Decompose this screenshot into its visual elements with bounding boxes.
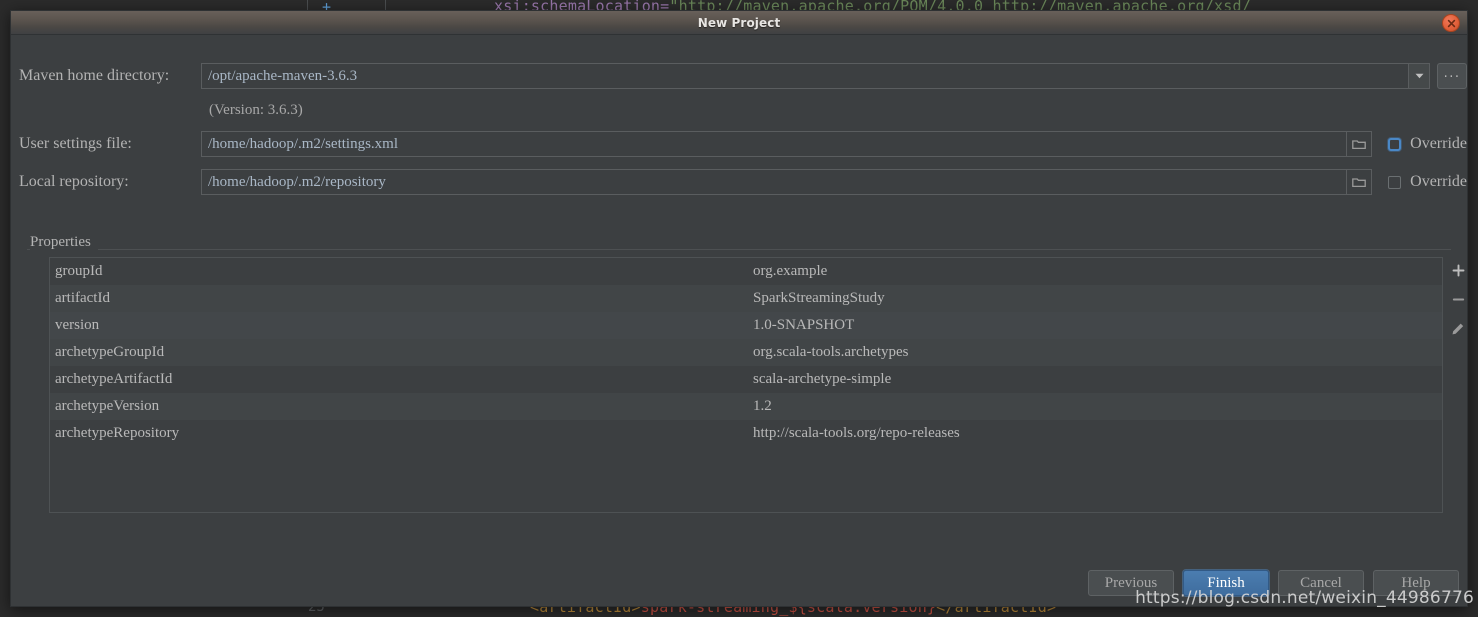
user-settings-input[interactable]: /home/hadoop/.m2/settings.xml (201, 131, 1347, 157)
minus-icon[interactable] (1446, 290, 1470, 309)
watermark-text: https://blog.csdn.net/weixin_44986776 (1135, 588, 1474, 608)
property-key: archetypeGroupId (55, 344, 165, 360)
maven-home-label: Maven home directory: (19, 67, 170, 84)
maven-version-note: (Version: 3.6.3) (209, 101, 303, 118)
properties-table[interactable]: groupId org.example artifactId SparkStreami… (49, 257, 1443, 513)
property-value: SparkStreamingStudy (753, 290, 885, 306)
property-value: scala-archetype-simple (753, 371, 892, 387)
table-row[interactable]: archetypeArtifactId scala-archetype-simpl… (50, 366, 1442, 393)
property-value: org.example (753, 263, 828, 279)
dialog-title: New Project (697, 15, 781, 30)
dialog-body: Maven home directory: /opt/apache-maven-… (11, 35, 1467, 606)
table-row[interactable]: groupId org.example (50, 258, 1442, 285)
properties-toolbar (1443, 257, 1473, 513)
user-settings-label: User settings file: (19, 135, 132, 152)
table-row[interactable]: archetypeRepository http://scala-tools.or… (50, 420, 1442, 447)
maven-home-input[interactable]: /opt/apache-maven-3.6.3 (201, 63, 1410, 89)
property-key: archetypeVersion (55, 398, 160, 414)
new-project-dialog: New Project Maven home directory: /opt/a… (10, 10, 1468, 607)
folder-icon[interactable] (1346, 131, 1373, 157)
pencil-icon[interactable] (1446, 319, 1470, 338)
table-row[interactable]: archetypeVersion 1.2 (50, 393, 1442, 420)
property-value: http://scala-tools.org/repo-releases (753, 425, 960, 441)
user-settings-override-label: Override (1410, 135, 1467, 152)
properties-legend: Properties (30, 234, 98, 251)
property-value: org.scala-tools.archetypes (753, 344, 909, 360)
local-repository-input[interactable]: /home/hadoop/.m2/repository (201, 169, 1347, 195)
properties-separator (27, 249, 1451, 250)
local-repository-label: Local repository: (19, 173, 129, 190)
chevron-down-icon[interactable] (1409, 63, 1431, 89)
local-repository-override-toggle[interactable]: Override (1388, 173, 1467, 191)
property-key: version (55, 317, 100, 333)
user-settings-override-checkbox[interactable] (1388, 137, 1402, 151)
property-key: archetypeRepository (55, 425, 180, 441)
screen: + xsi:schemaLocation="http://maven.apach… (0, 0, 1478, 617)
property-value: 1.2 (753, 398, 772, 414)
close-icon[interactable] (1442, 14, 1460, 32)
table-row[interactable]: archetypeGroupId org.scala-tools.archetyp… (50, 339, 1442, 366)
property-value: 1.0-SNAPSHOT (753, 317, 855, 333)
table-row[interactable]: version 1.0-SNAPSHOT (50, 312, 1442, 339)
property-key: artifactId (55, 290, 110, 306)
local-repository-override-checkbox[interactable] (1388, 175, 1402, 189)
plus-icon[interactable] (1446, 261, 1470, 280)
folder-icon[interactable] (1346, 169, 1373, 195)
property-key: archetypeArtifactId (55, 371, 173, 387)
user-settings-override-toggle[interactable]: Override (1388, 135, 1467, 153)
dialog-titlebar[interactable]: New Project (11, 11, 1467, 35)
table-row[interactable]: artifactId SparkStreamingStudy (50, 285, 1442, 312)
user-settings-row: User settings file: /home/hadoop/.m2/set… (11, 131, 1467, 157)
maven-home-row: Maven home directory: /opt/apache-maven-… (11, 63, 1467, 89)
local-repository-override-label: Override (1410, 173, 1467, 190)
local-repository-row: Local repository: /home/hadoop/.m2/repos… (11, 169, 1467, 195)
maven-version-row: (Version: 3.6.3) (11, 97, 1467, 123)
browse-maven-home-button[interactable]: ... (1437, 63, 1467, 89)
property-key: groupId (55, 263, 103, 279)
